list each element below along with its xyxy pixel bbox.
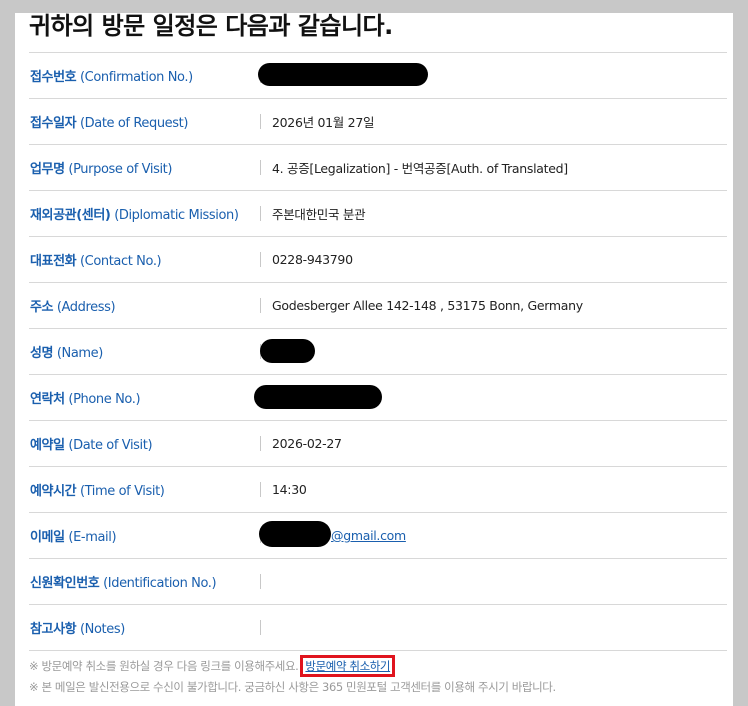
divider — [260, 298, 261, 313]
row-email: 이메일 (E-mail) @gmail.com — [29, 512, 727, 558]
divider — [260, 574, 261, 589]
field-value: 주본대한민국 분관 — [272, 207, 366, 222]
redaction-mark — [254, 385, 382, 409]
cancel-link-highlight: 방문예약 취소하기 — [300, 655, 396, 677]
redaction-mark — [258, 63, 428, 86]
field-label: 접수번호 (Confirmation No.) — [30, 70, 193, 85]
field-label: 접수일자 (Date of Request) — [30, 116, 189, 131]
divider — [260, 252, 261, 267]
divider — [260, 160, 261, 175]
cancel-note-text: ※ 방문예약 취소를 원하실 경우 다음 링크를 이용해주세요. — [29, 659, 299, 673]
row-identification-no: 신원확인번호 (Identification No.) — [29, 558, 727, 604]
row-notes: 참고사항 (Notes) — [29, 604, 727, 651]
row-date-of-request: 접수일자 (Date of Request) 2026년 01월 27일 — [29, 98, 727, 144]
field-label: 업무명 (Purpose of Visit) — [30, 162, 173, 177]
row-diplomatic-mission: 재외공관(센터) (Diplomatic Mission) 주본대한민국 분관 — [29, 190, 727, 236]
divider — [260, 436, 261, 451]
field-label: 연락처 (Phone No.) — [30, 392, 141, 407]
field-value: 14:30 — [272, 482, 307, 497]
visit-info-table: 접수번호 (Confirmation No.) 접수일자 (Date of Re… — [29, 52, 727, 651]
field-label: 이메일 (E-mail) — [30, 530, 117, 545]
divider — [260, 206, 261, 221]
email-body: 귀하의 방문 일정은 다음과 같습니다. 접수번호 (Confirmation … — [15, 13, 733, 706]
row-confirmation-no: 접수번호 (Confirmation No.) — [29, 52, 727, 98]
cancel-reservation-link[interactable]: 방문예약 취소하기 — [305, 659, 390, 673]
row-contact-no: 대표전화 (Contact No.) 0228-943790 — [29, 236, 727, 282]
footer-notes: ※ 방문예약 취소를 원하실 경우 다음 링크를 이용해주세요. 방문예약 취소하… — [29, 655, 729, 697]
row-address: 주소 (Address) Godesberger Allee 142-148 ,… — [29, 282, 727, 328]
field-label: 참고사항 (Notes) — [30, 622, 125, 637]
field-label: 성명 (Name) — [30, 346, 103, 361]
field-label: 재외공관(센터) (Diplomatic Mission) — [30, 208, 239, 223]
redaction-mark — [259, 521, 331, 547]
row-date-of-visit: 예약일 (Date of Visit) 2026-02-27 — [29, 420, 727, 466]
field-value: Godesberger Allee 142-148 , 53175 Bonn, … — [272, 298, 583, 313]
divider — [260, 114, 261, 129]
cancel-note: ※ 방문예약 취소를 원하실 경우 다음 링크를 이용해주세요. 방문예약 취소하… — [29, 655, 729, 677]
field-value: 0228-943790 — [272, 252, 353, 267]
field-value: 2026년 01월 27일 — [272, 115, 375, 130]
field-label: 예약시간 (Time of Visit) — [30, 484, 165, 499]
field-label: 예약일 (Date of Visit) — [30, 438, 153, 453]
redaction-mark — [260, 339, 315, 363]
row-time-of-visit: 예약시간 (Time of Visit) 14:30 — [29, 466, 727, 512]
page-title: 귀하의 방문 일정은 다음과 같습니다. — [29, 13, 393, 40]
divider — [260, 482, 261, 497]
field-label: 주소 (Address) — [30, 300, 116, 315]
row-name: 성명 (Name) — [29, 328, 727, 374]
row-purpose-of-visit: 업무명 (Purpose of Visit) 4. 공증[Legalizatio… — [29, 144, 727, 190]
field-label: 대표전화 (Contact No.) — [30, 254, 162, 269]
field-value: 2026-02-27 — [272, 436, 342, 451]
noreply-note: ※ 본 메일은 발신전용으로 수신이 불가합니다. 궁금하신 사항은 365 민… — [29, 680, 556, 694]
field-value: 4. 공증[Legalization] - 번역공증[Auth. of Tran… — [272, 161, 568, 176]
divider — [260, 620, 261, 635]
field-label: 신원확인번호 (Identification No.) — [30, 576, 217, 591]
email-link[interactable]: @gmail.com — [331, 528, 406, 543]
row-phone-no: 연락처 (Phone No.) — [29, 374, 727, 420]
